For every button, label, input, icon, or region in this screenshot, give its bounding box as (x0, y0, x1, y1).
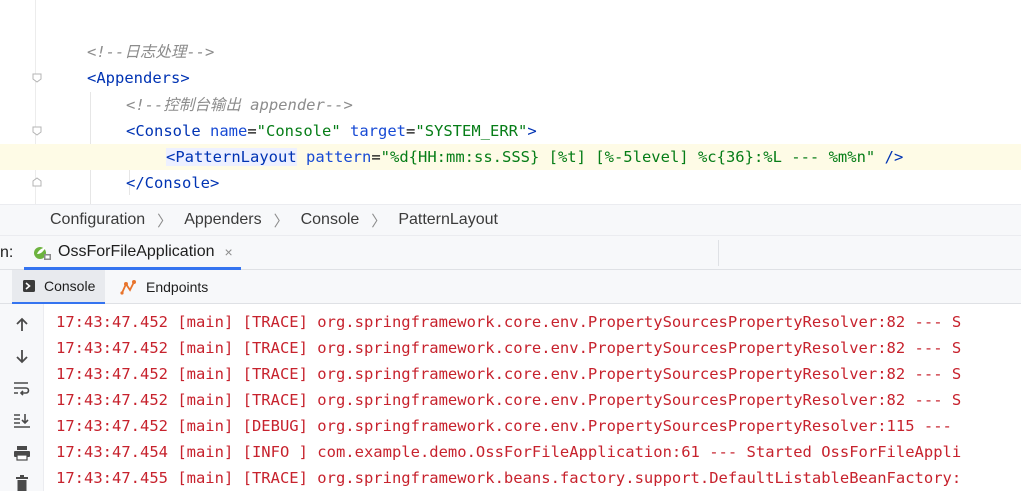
code-token: <PatternLayout (166, 148, 297, 166)
breadcrumb-item-appenders[interactable]: Appenders (184, 211, 261, 229)
run-window-label: n: (0, 244, 14, 261)
spring-boot-icon (34, 246, 51, 260)
breadcrumb-separator-icon: 〉 (371, 212, 387, 230)
trash-icon (16, 475, 28, 491)
close-icon[interactable]: × (225, 244, 233, 260)
breadcrumb-separator-icon: 〉 (157, 212, 173, 230)
code-line-pattern-layout: <PatternLayout pattern="%d{HH:mm:ss.SSS}… (0, 144, 1021, 170)
tab-console-label: Console (44, 278, 96, 294)
arrow-up-icon (16, 317, 28, 331)
code-line-console-open: <Console name="Console" target="SYSTEM_E… (0, 118, 1021, 144)
code-token: <Appenders (87, 69, 181, 87)
console-icon (23, 280, 35, 292)
console-subtabs: Console Endpoints (0, 270, 1021, 304)
log-line: 17:43:47.452 [main] [TRACE] org.springfr… (56, 339, 962, 357)
breadcrumb-separator-icon: 〉 (273, 212, 289, 230)
soft-wrap-button[interactable] (10, 377, 34, 399)
tab-endpoints[interactable]: Endpoints (110, 270, 218, 304)
breadcrumb-item-console[interactable]: Console (301, 211, 360, 229)
log-line: 17:43:47.452 [main] [DEBUG] org.springfr… (56, 417, 962, 435)
code-token: > (180, 69, 190, 87)
breadcrumb: Configuration 〉 Appenders 〉 Console 〉 Pa… (0, 204, 1021, 236)
clear-all-button[interactable] (10, 472, 34, 491)
code-token: "%d{HH:mm:ss.SSS} [%t] [%-5level] %c{36}… (380, 148, 876, 166)
soft-wrap-icon (14, 382, 30, 396)
code-token: <!--日志处理--> (87, 43, 215, 61)
code-line-appenders-open: <Appenders> (0, 65, 1021, 91)
console-side-toolbar (0, 304, 44, 491)
code-token: <Console (126, 122, 201, 140)
code-token: = (247, 122, 257, 140)
code-token: = (406, 122, 416, 140)
toolbar-divider (718, 240, 719, 266)
code-line-comment-console: <!--控制台输出 appender--> (0, 92, 1021, 118)
arrow-down-icon (16, 350, 28, 364)
code-line-comment-log: <!--日志处理--> (0, 39, 1021, 65)
down-button[interactable] (10, 345, 34, 367)
endpoints-icon (120, 280, 136, 295)
scroll-to-end-button[interactable] (10, 409, 34, 431)
run-tab-label: OssForFileApplication (58, 242, 215, 260)
scroll-to-end-icon (14, 414, 30, 428)
code-token: <!--控制台输出 appender--> (126, 96, 353, 114)
log-line: 17:43:47.452 [main] [TRACE] org.springfr… (56, 313, 962, 331)
log-line: 17:43:47.454 [main] [INFO ] com.example.… (56, 443, 962, 461)
up-button[interactable] (10, 314, 34, 336)
breadcrumb-item-patternlayout[interactable]: PatternLayout (398, 211, 498, 229)
code-token: target (350, 122, 407, 140)
code-token: /> (884, 148, 904, 166)
print-button[interactable] (10, 442, 34, 464)
code-token: = (371, 148, 381, 166)
code-token: name (210, 122, 248, 140)
log-line: 17:43:47.455 [main] [TRACE] org.springfr… (56, 469, 962, 487)
code-token: </Console (126, 174, 210, 192)
log-line: 17:43:47.452 [main] [TRACE] org.springfr… (56, 365, 962, 383)
code-token: pattern (306, 148, 372, 166)
code-token: > (527, 122, 537, 140)
code-editor[interactable]: <!--日志处理--> <Appenders> <!--控制台输出 append… (0, 0, 1021, 204)
log-line: 17:43:47.452 [main] [TRACE] org.springfr… (56, 391, 962, 409)
breadcrumb-item-configuration[interactable]: Configuration (50, 211, 145, 229)
run-tab-ossforfileapplication[interactable]: OssForFileApplication × (24, 236, 241, 270)
console-output[interactable]: 17:43:47.452 [main] [TRACE] org.springfr… (44, 304, 1021, 491)
tab-endpoints-label: Endpoints (146, 279, 209, 295)
print-icon (14, 446, 30, 461)
tab-console[interactable]: Console (12, 270, 106, 304)
run-tool-window-header: n: OssForFileApplication × (0, 236, 1021, 270)
code-token: "SYSTEM_ERR" (415, 122, 528, 140)
code-line-console-close: </Console> (0, 170, 1021, 196)
code-token: > (210, 174, 220, 192)
code-token: "Console" (256, 122, 341, 140)
